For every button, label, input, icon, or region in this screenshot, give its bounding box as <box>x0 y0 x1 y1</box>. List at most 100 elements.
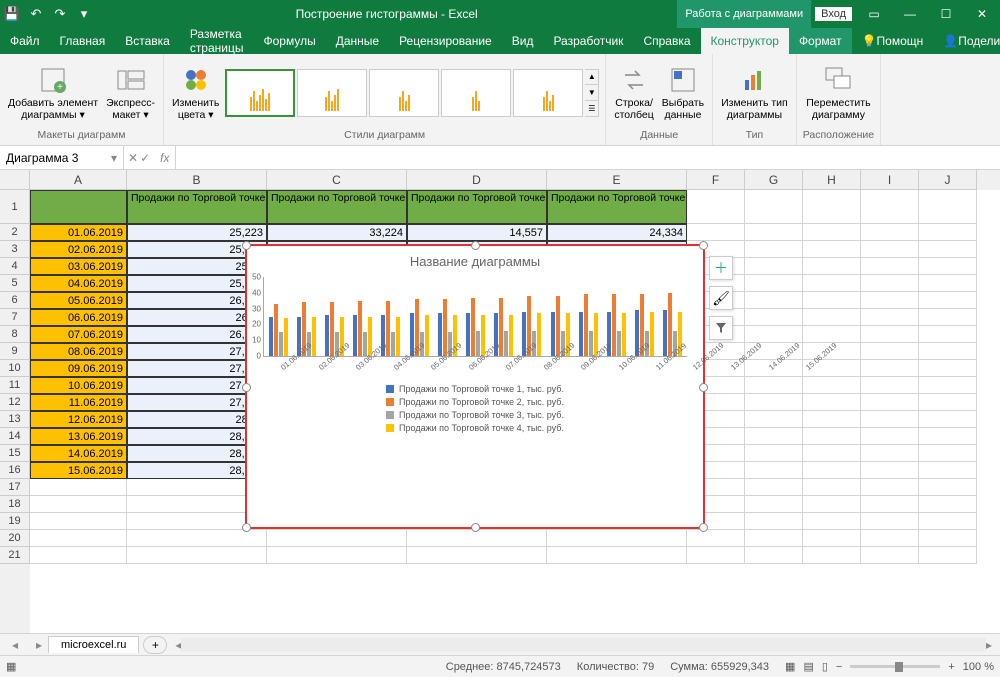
row-header[interactable]: 19 <box>0 513 30 530</box>
tab-insert[interactable]: Вставка <box>115 28 180 54</box>
cell[interactable] <box>803 292 861 309</box>
cell[interactable] <box>547 547 687 564</box>
cell[interactable] <box>919 530 977 547</box>
cell[interactable] <box>861 428 919 445</box>
cell[interactable] <box>919 275 977 292</box>
col-header[interactable]: E <box>547 170 687 190</box>
tab-formulas[interactable]: Формулы <box>253 28 325 54</box>
cancel-icon[interactable]: ✕ <box>128 151 138 165</box>
cell[interactable] <box>861 496 919 513</box>
redo-icon[interactable]: ↷ <box>48 2 72 26</box>
row-header[interactable]: 16 <box>0 462 30 479</box>
tab-review[interactable]: Рецензирование <box>389 28 502 54</box>
cell[interactable] <box>803 496 861 513</box>
row-header[interactable]: 17 <box>0 479 30 496</box>
cell[interactable] <box>861 377 919 394</box>
cell[interactable] <box>919 428 977 445</box>
row-header[interactable]: 2 <box>0 224 30 241</box>
chart-object[interactable]: ＋ 🖌 Название диаграммы 01020304050 01.06… <box>245 244 705 529</box>
cell[interactable] <box>745 530 803 547</box>
close-icon[interactable]: ✕ <box>964 0 1000 28</box>
cell[interactable] <box>861 445 919 462</box>
row-header[interactable]: 18 <box>0 496 30 513</box>
cell[interactable] <box>803 241 861 258</box>
cell[interactable] <box>919 224 977 241</box>
cell[interactable] <box>407 547 547 564</box>
cell[interactable] <box>745 275 803 292</box>
cell[interactable] <box>745 309 803 326</box>
cell[interactable] <box>745 292 803 309</box>
tell-me[interactable]: 💡 Помощн <box>852 28 934 54</box>
cell[interactable]: 09.06.2019 <box>30 360 127 377</box>
tab-data[interactable]: Данные <box>326 28 389 54</box>
cell[interactable] <box>803 547 861 564</box>
cell[interactable] <box>919 309 977 326</box>
cell[interactable] <box>919 547 977 564</box>
cell[interactable] <box>745 190 803 224</box>
tab-help[interactable]: Справка <box>633 28 700 54</box>
cell[interactable] <box>803 428 861 445</box>
cell[interactable] <box>861 343 919 360</box>
chart-title[interactable]: Название диаграммы <box>247 246 703 273</box>
cell[interactable]: 05.06.2019 <box>30 292 127 309</box>
cell[interactable] <box>861 462 919 479</box>
cell[interactable] <box>919 343 977 360</box>
change-chart-type-button[interactable]: Изменить тип диаграммы <box>719 63 790 123</box>
row-header[interactable]: 4 <box>0 258 30 275</box>
cell[interactable] <box>861 547 919 564</box>
cell[interactable] <box>803 275 861 292</box>
row-header[interactable]: 6 <box>0 292 30 309</box>
cell[interactable]: 07.06.2019 <box>30 326 127 343</box>
cell[interactable] <box>407 530 547 547</box>
select-all-corner[interactable] <box>0 170 30 190</box>
save-icon[interactable]: 💾 <box>0 2 24 26</box>
cell[interactable]: Продажи по Торговой точке 3, тыс. руб. <box>407 190 547 224</box>
cell[interactable] <box>861 360 919 377</box>
change-colors-button[interactable]: Изменить цвета ▾ <box>170 63 221 123</box>
cell[interactable] <box>547 530 687 547</box>
row-header[interactable]: 15 <box>0 445 30 462</box>
cell[interactable] <box>803 411 861 428</box>
cell[interactable] <box>919 377 977 394</box>
add-chart-element-button[interactable]: + Добавить элемент диаграммы ▾ <box>6 63 100 123</box>
tab-format[interactable]: Формат <box>789 28 852 54</box>
cell[interactable] <box>919 241 977 258</box>
cell[interactable]: 03.06.2019 <box>30 258 127 275</box>
cell[interactable] <box>745 258 803 275</box>
cell[interactable]: 10.06.2019 <box>30 377 127 394</box>
cell[interactable] <box>803 377 861 394</box>
cell[interactable] <box>30 479 127 496</box>
undo-icon[interactable]: ↶ <box>24 2 48 26</box>
cell[interactable]: 02.06.2019 <box>30 241 127 258</box>
cell[interactable] <box>803 445 861 462</box>
cell[interactable] <box>803 479 861 496</box>
chart-elements-button[interactable]: ＋ <box>709 256 733 280</box>
cell[interactable]: Продажи по Торговой точке 2, тыс. руб. <box>267 190 407 224</box>
cell[interactable]: 01.06.2019 <box>30 224 127 241</box>
cell[interactable] <box>803 190 861 224</box>
name-box[interactable]: Диаграмма 3▾ <box>0 146 124 169</box>
cell[interactable] <box>803 513 861 530</box>
row-header[interactable]: 20 <box>0 530 30 547</box>
cell[interactable] <box>30 530 127 547</box>
chart-style-4[interactable] <box>441 69 511 117</box>
cell[interactable] <box>919 326 977 343</box>
cell[interactable] <box>861 411 919 428</box>
chart-legend[interactable]: Продажи по Торговой точке 1, тыс. руб.Пр… <box>247 378 703 439</box>
view-page-icon[interactable]: ▤ <box>803 660 813 673</box>
col-header[interactable]: H <box>803 170 861 190</box>
row-header[interactable]: 10 <box>0 360 30 377</box>
cell[interactable] <box>30 190 127 224</box>
cell[interactable] <box>861 292 919 309</box>
cell[interactable] <box>861 530 919 547</box>
enter-icon[interactable]: ✓ <box>140 151 150 165</box>
row-header[interactable]: 21 <box>0 547 30 564</box>
cell[interactable]: 14,557 <box>407 224 547 241</box>
cell[interactable] <box>745 428 803 445</box>
cell[interactable] <box>919 479 977 496</box>
cell[interactable] <box>919 190 977 224</box>
switch-row-col-button[interactable]: Строка/ столбец <box>612 63 655 123</box>
cell[interactable] <box>745 241 803 258</box>
add-sheet-button[interactable]: + <box>143 636 167 654</box>
cell[interactable] <box>127 530 267 547</box>
